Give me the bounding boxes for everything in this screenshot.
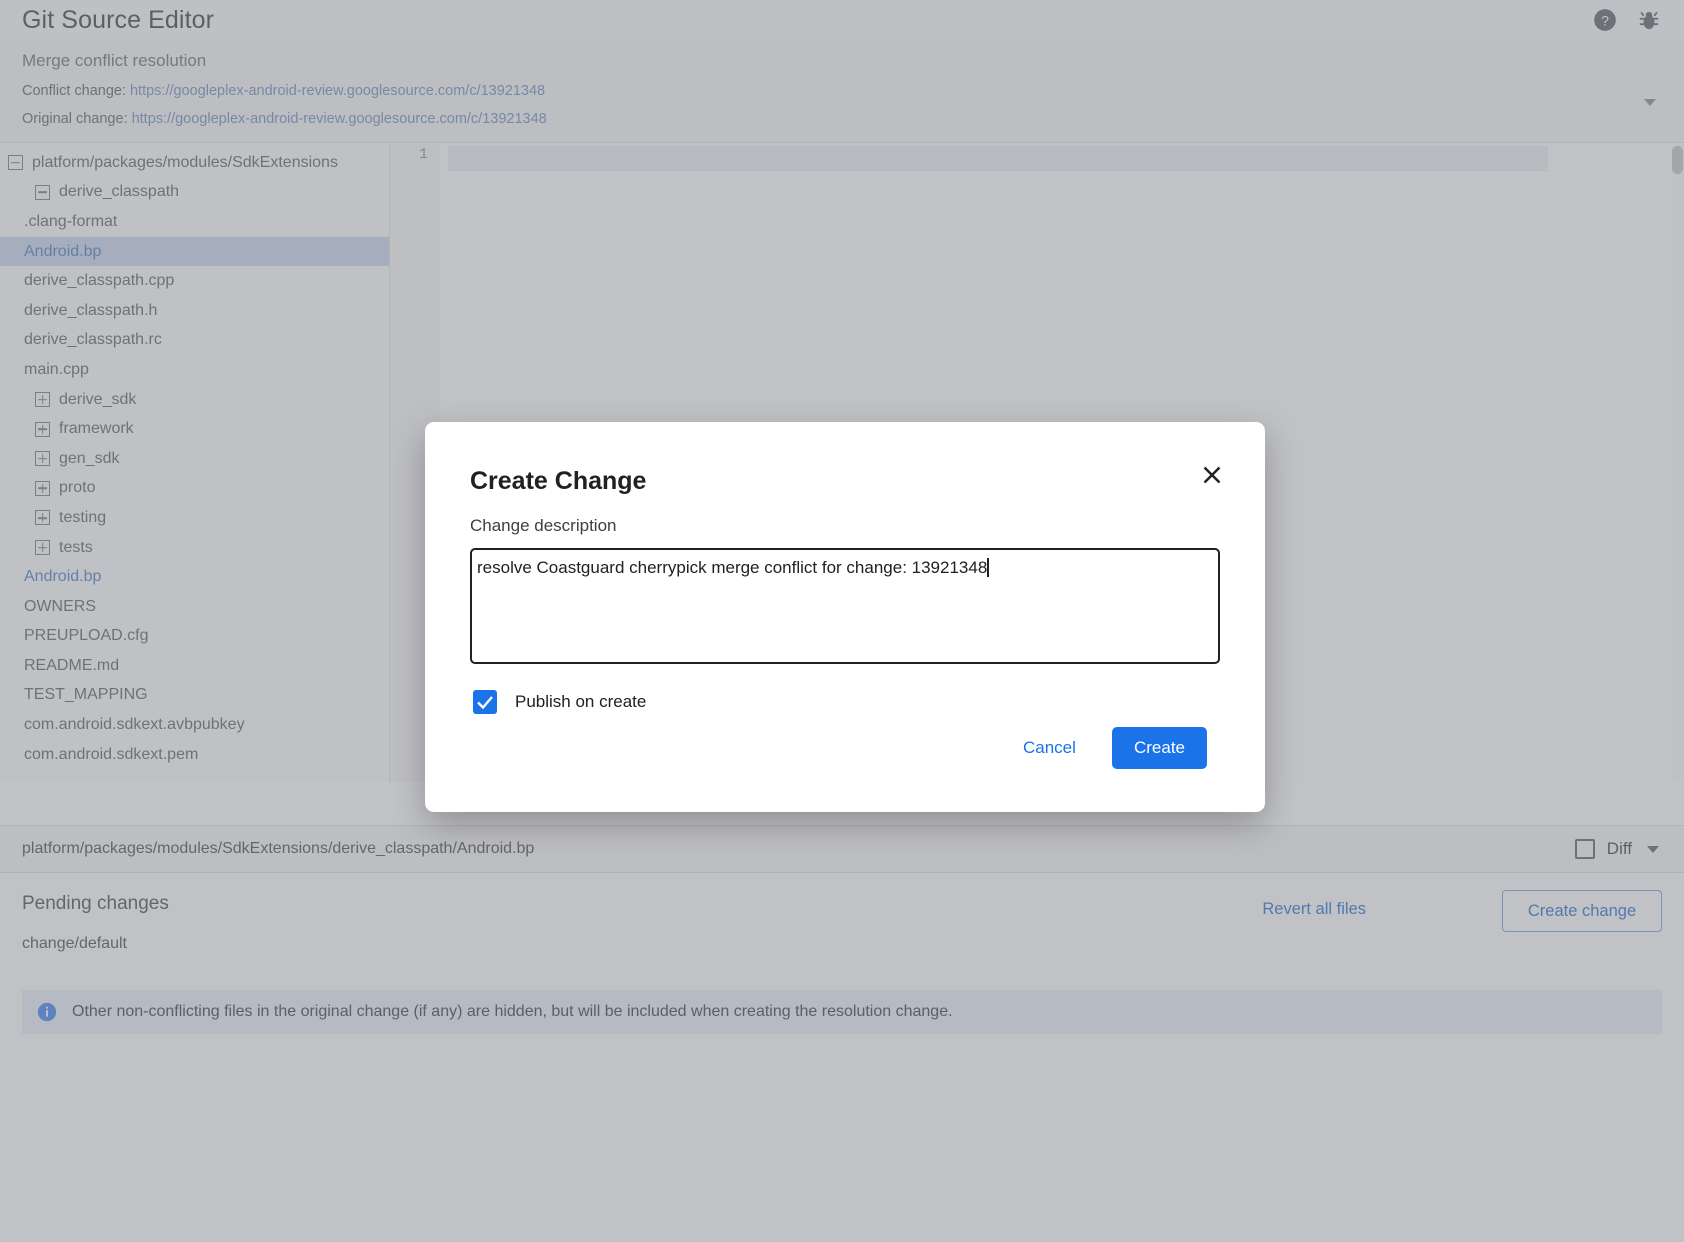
create-change-dialog: Create Change Change description resolve…	[425, 422, 1265, 812]
publish-on-create-row[interactable]: Publish on create	[473, 690, 646, 714]
change-description-value: resolve Coastguard cherrypick merge conf…	[477, 558, 987, 577]
change-description-input[interactable]: resolve Coastguard cherrypick merge conf…	[470, 548, 1220, 664]
change-description-label: Change description	[470, 516, 616, 536]
close-icon[interactable]	[1197, 460, 1227, 490]
cancel-button[interactable]: Cancel	[1017, 737, 1082, 759]
publish-on-create-checkbox[interactable]	[473, 690, 497, 714]
publish-on-create-label: Publish on create	[515, 692, 646, 712]
create-button[interactable]: Create	[1112, 727, 1207, 769]
text-caret	[987, 558, 989, 577]
dialog-title: Create Change	[470, 467, 646, 496]
